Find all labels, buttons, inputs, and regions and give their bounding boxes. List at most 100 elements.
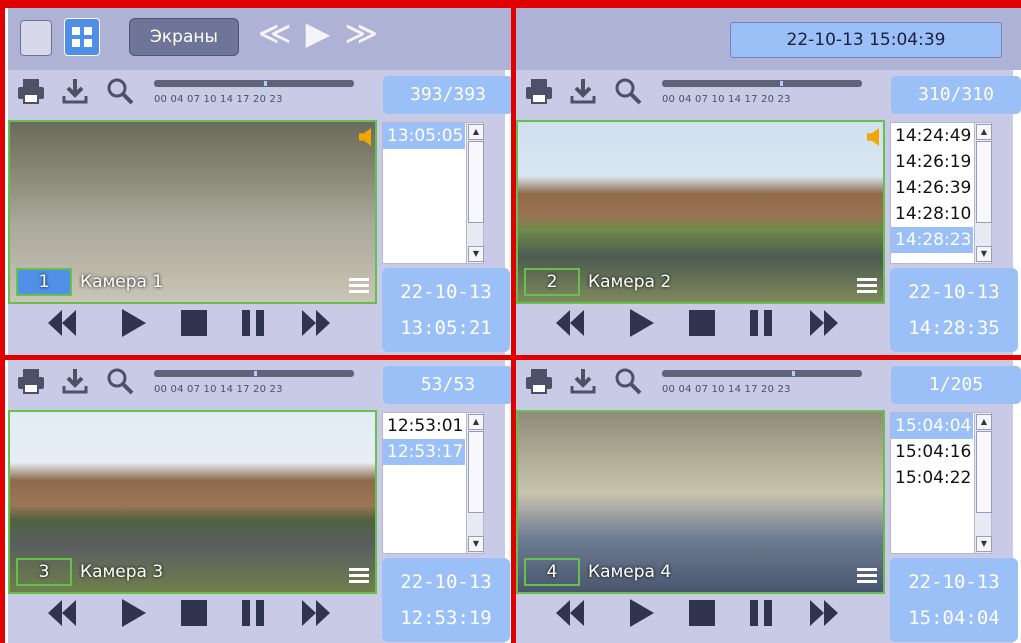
video-frame[interactable]: 1 Камера 1 [8, 120, 377, 304]
playback-controls [552, 596, 872, 640]
time-list-item[interactable]: 15:04:22 [891, 465, 973, 491]
speaker-icon[interactable] [359, 128, 371, 146]
playback-controls [44, 596, 364, 640]
scroll-down-icon[interactable]: ▼ [468, 246, 484, 262]
rewind-icon[interactable] [44, 306, 80, 349]
forward-icon[interactable] [298, 306, 334, 349]
event-time-list[interactable]: 15:04:04 15:04:16 15:04:22 ▲ ▼ [890, 412, 992, 554]
scroll-thumb[interactable] [468, 141, 484, 223]
menu-icon[interactable] [349, 565, 369, 586]
play-icon[interactable] [118, 596, 148, 639]
scroll-up-icon[interactable]: ▲ [468, 414, 484, 430]
menu-icon[interactable] [349, 275, 369, 296]
print-icon[interactable] [524, 366, 554, 403]
play-icon[interactable] [626, 306, 656, 349]
playback-time: 13:05:21 [400, 317, 492, 339]
playback-time: 12:53:19 [400, 607, 492, 629]
playback-datetime: 22-10-13 13:05:21 [382, 268, 510, 352]
event-time-list[interactable]: 13:05:05 ▲ ▼ [382, 122, 484, 264]
rewind-icon[interactable] [552, 306, 588, 349]
download-icon[interactable] [60, 366, 90, 403]
scroll-down-icon[interactable]: ▼ [976, 246, 992, 262]
playback-datetime: 22-10-13 14:28:35 [890, 268, 1018, 352]
print-icon[interactable] [16, 366, 46, 403]
search-icon[interactable] [105, 76, 135, 113]
timeline-slider[interactable]: 00 04 07 10 14 17 20 23 [662, 370, 862, 404]
time-list-item[interactable]: 14:28:23 [891, 227, 973, 253]
scroll-thumb[interactable] [976, 141, 992, 223]
speaker-icon[interactable] [867, 128, 879, 146]
screens-button[interactable]: Экраны [129, 18, 239, 56]
menu-icon[interactable] [857, 275, 877, 296]
stop-icon[interactable] [178, 596, 208, 639]
pause-icon[interactable] [746, 596, 776, 639]
rewind-icon[interactable] [552, 596, 588, 639]
scroll-thumb[interactable] [976, 431, 992, 513]
print-icon[interactable] [16, 76, 46, 113]
forward-icon[interactable] [298, 596, 334, 639]
scroll-down-icon[interactable]: ▼ [976, 536, 992, 552]
list-scrollbar[interactable]: ▲ ▼ [974, 413, 992, 553]
time-list-item[interactable]: 15:04:16 [891, 439, 973, 465]
rewind-icon[interactable] [44, 596, 80, 639]
scroll-down-icon[interactable]: ▼ [468, 536, 484, 552]
stop-icon[interactable] [686, 596, 716, 639]
grid-view-button[interactable] [64, 18, 100, 56]
panel-toolbar [16, 366, 141, 412]
play-icon[interactable] [626, 596, 656, 639]
single-view-button[interactable] [20, 20, 52, 56]
pause-icon[interactable] [746, 306, 776, 349]
scroll-up-icon[interactable]: ▲ [468, 124, 484, 140]
search-icon[interactable] [105, 366, 135, 403]
timeline-slider[interactable]: 00 04 07 10 14 17 20 23 [662, 80, 862, 114]
pause-icon[interactable] [238, 596, 268, 639]
print-icon[interactable] [524, 76, 554, 113]
download-icon[interactable] [568, 76, 598, 113]
time-list-item[interactable]: 14:26:39 [891, 175, 973, 201]
camera-label: 3 Камера 3 [16, 558, 163, 586]
pause-icon[interactable] [238, 306, 268, 349]
time-list-item[interactable]: 12:53:01 [383, 413, 465, 439]
vertical-separator [0, 0, 5, 643]
time-list-item[interactable]: 14:24:49 [891, 123, 973, 149]
camera-panel: 00 04 07 10 14 17 20 23 393/393 1 Камера … [8, 70, 513, 355]
download-icon[interactable] [568, 366, 598, 403]
video-frame[interactable]: 2 Камера 2 [516, 120, 885, 304]
forward-icon[interactable] [806, 596, 842, 639]
playback-date: 22-10-13 [400, 571, 492, 593]
time-list-item[interactable]: 14:28:10 [891, 201, 973, 227]
time-list-item[interactable]: 14:26:19 [891, 149, 973, 175]
scroll-up-icon[interactable]: ▲ [976, 124, 992, 140]
search-icon[interactable] [613, 366, 643, 403]
forward-icon[interactable] [806, 306, 842, 349]
horizontal-separator [0, 355, 1021, 360]
list-scrollbar[interactable]: ▲ ▼ [466, 413, 484, 553]
time-list-item[interactable]: 15:04:04 [891, 413, 973, 439]
timeline-slider[interactable]: 00 04 07 10 14 17 20 23 [154, 80, 354, 114]
event-time-list[interactable]: 14:24:49 14:26:19 14:26:39 14:28:10 14:28:23… [890, 122, 992, 264]
camera-name: Камера 3 [80, 562, 164, 582]
camera-panel: 00 04 07 10 14 17 20 23 310/310 2 Камера … [516, 70, 1021, 355]
camera-number: 4 [524, 558, 580, 586]
record-counter: 310/310 [891, 76, 1021, 114]
search-icon[interactable] [613, 76, 643, 113]
timeline-slider[interactable]: 00 04 07 10 14 17 20 23 [154, 370, 354, 404]
playback-controls [44, 306, 364, 350]
play-icon[interactable] [118, 306, 148, 349]
time-list-item[interactable]: 13:05:05 [383, 123, 465, 149]
screen-navigation[interactable]: ≪ ▶ ≫ [258, 14, 380, 52]
video-frame[interactable]: 3 Камера 3 [8, 410, 377, 594]
menu-icon[interactable] [857, 565, 877, 586]
playback-datetime: 22-10-13 12:53:19 [382, 558, 510, 642]
event-time-list[interactable]: 12:53:01 12:53:17 ▲ ▼ [382, 412, 484, 554]
stop-icon[interactable] [178, 306, 208, 349]
video-frame[interactable]: 4 Камера 4 [516, 410, 885, 594]
list-scrollbar[interactable]: ▲ ▼ [466, 123, 484, 263]
list-scrollbar[interactable]: ▲ ▼ [974, 123, 992, 263]
download-icon[interactable] [60, 76, 90, 113]
scroll-up-icon[interactable]: ▲ [976, 414, 992, 430]
playback-datetime: 22-10-13 15:04:04 [890, 558, 1018, 642]
scroll-thumb[interactable] [468, 431, 484, 513]
time-list-item[interactable]: 12:53:17 [383, 439, 465, 465]
stop-icon[interactable] [686, 306, 716, 349]
